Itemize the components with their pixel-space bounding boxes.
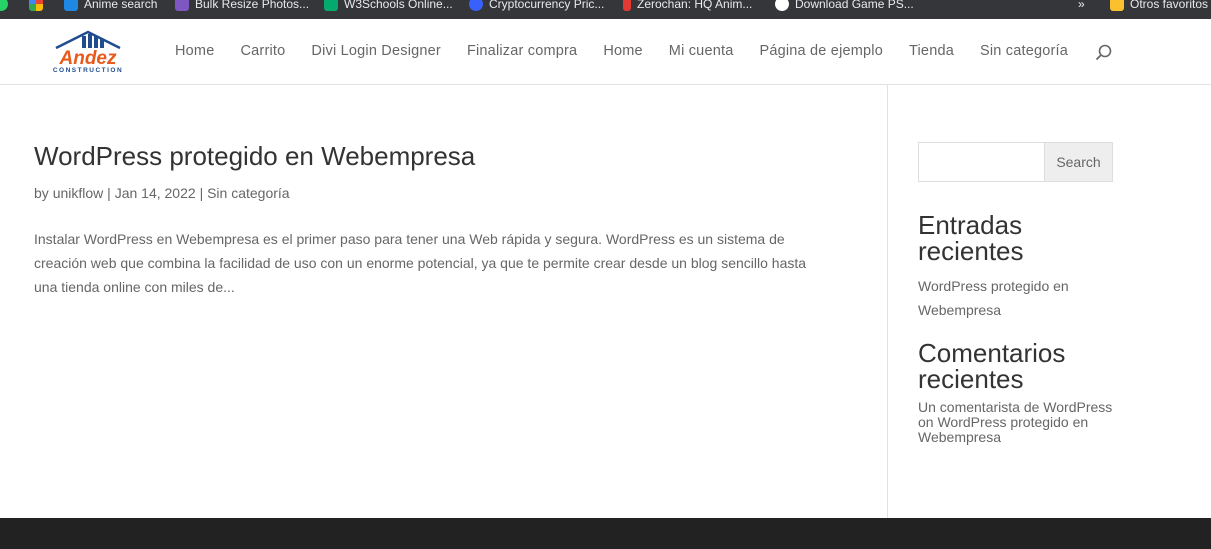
bookmark-download-game[interactable]: Download Game PS... xyxy=(775,0,914,13)
zerochan-icon xyxy=(623,0,631,11)
logo-brand-text: Andez xyxy=(59,48,118,69)
whatsapp-icon xyxy=(0,0,8,11)
nav-divi-login-designer[interactable]: Divi Login Designer xyxy=(311,43,441,59)
post-category-link[interactable]: Sin categoría xyxy=(207,185,290,201)
search-form: Search xyxy=(918,142,1113,182)
comment-author-link[interactable]: Un comentarista de WordPress xyxy=(918,399,1112,415)
nav-sin-categoria[interactable]: Sin categoría xyxy=(980,43,1068,59)
post-meta: by unikflow | Jan 14, 2022 | Sin categor… xyxy=(34,185,834,201)
bookmarks-overflow-button[interactable]: » xyxy=(1078,0,1085,13)
search-button[interactable]: Search xyxy=(1044,142,1113,182)
nav-pagina-de-ejemplo[interactable]: Página de ejemplo xyxy=(759,43,883,59)
andez-logo-graphic: Andez CONSTRUCTION xyxy=(53,30,123,74)
post-date: Jan 14, 2022 xyxy=(114,185,196,201)
nav-home-2[interactable]: Home xyxy=(603,43,642,59)
search-input[interactable] xyxy=(918,142,1044,182)
main-content: WordPress protegido en Webempresa by uni… xyxy=(34,140,834,299)
meta-by-label: by xyxy=(34,185,49,201)
anime-search-icon xyxy=(64,0,78,11)
comment-on-label: on xyxy=(918,414,934,430)
meta-separator: | xyxy=(199,185,204,201)
bookmark-whatsapp[interactable] xyxy=(0,0,8,13)
sidebar-divider xyxy=(887,84,888,518)
search-icon[interactable] xyxy=(1095,44,1113,62)
recent-post-link[interactable]: WordPress protegido en Webempresa xyxy=(918,274,1113,322)
bookmark-anime-search[interactable]: Anime search xyxy=(64,0,157,13)
download-game-icon xyxy=(775,0,789,11)
site-header: Andez CONSTRUCTION Home Carrito Divi Log… xyxy=(0,19,1211,85)
post-author-link[interactable]: unikflow xyxy=(53,185,104,201)
recent-comment: Un comentarista de WordPress on WordPres… xyxy=(918,400,1113,445)
w3schools-icon xyxy=(324,0,338,11)
crypto-icon xyxy=(469,0,483,11)
google-icon xyxy=(29,0,43,11)
bookmark-google[interactable] xyxy=(29,0,43,13)
site-footer xyxy=(0,518,1211,549)
nav-finalizar-compra[interactable]: Finalizar compra xyxy=(467,43,577,59)
recent-posts-title: Entradas recientes xyxy=(918,210,1024,266)
folder-icon xyxy=(1110,0,1124,11)
nav-mi-cuenta[interactable]: Mi cuenta xyxy=(669,43,734,59)
nav-carrito[interactable]: Carrito xyxy=(240,43,285,59)
site-logo[interactable]: Andez CONSTRUCTION xyxy=(42,30,135,75)
main-nav: Home Carrito Divi Login Designer Finaliz… xyxy=(175,43,1094,59)
bookmark-bulk-resize[interactable]: Bulk Resize Photos... xyxy=(175,0,309,13)
post-title[interactable]: WordPress protegido en Webempresa xyxy=(34,140,834,172)
bulk-resize-icon xyxy=(175,0,189,11)
bookmark-cryptocurrency[interactable]: Cryptocurrency Pric... xyxy=(469,0,604,13)
meta-separator: | xyxy=(107,185,111,201)
bookmark-w3schools[interactable]: W3Schools Online... xyxy=(324,0,453,13)
recent-comments-title: Comentarios recientes xyxy=(918,338,1066,394)
bookmark-other-favorites[interactable]: Otros favoritos xyxy=(1110,0,1208,13)
bookmark-zerochan[interactable]: Zerochan: HQ Anim... xyxy=(623,0,752,13)
post-excerpt: Instalar WordPress en Webempresa es el p… xyxy=(34,231,807,295)
bookmarks-bar: Anime search Bulk Resize Photos... W3Sch… xyxy=(0,0,1211,19)
nav-home[interactable]: Home xyxy=(175,43,214,59)
sidebar: Search Entradas recientes WordPress prot… xyxy=(918,142,1113,445)
logo-tagline-text: CONSTRUCTION xyxy=(53,67,123,74)
nav-tienda[interactable]: Tienda xyxy=(909,43,954,59)
chevron-double-right-icon: » xyxy=(1078,0,1085,11)
comment-post-link[interactable]: WordPress protegido en Webempresa xyxy=(918,414,1088,445)
